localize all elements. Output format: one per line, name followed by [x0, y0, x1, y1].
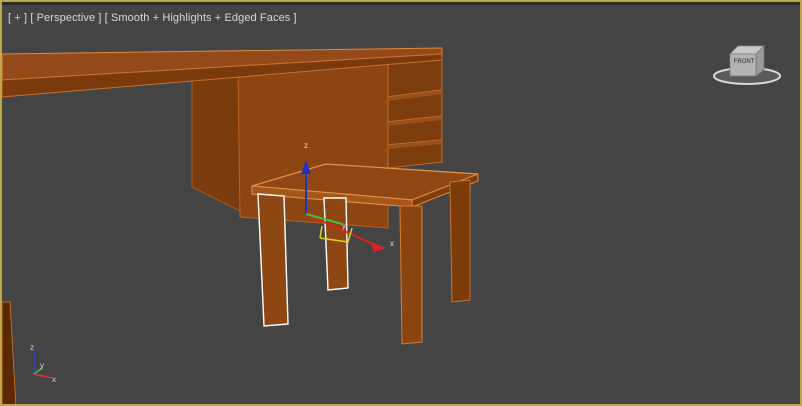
desk-left-edge — [2, 301, 17, 404]
world-axis-tripod: z x y — [30, 343, 56, 384]
viewcube-front-face[interactable]: FRONT — [731, 56, 757, 68]
viewport-view-name[interactable]: [ Perspective ] — [30, 12, 101, 24]
tripod-y-label: y — [40, 361, 44, 370]
tripod-z-label: z — [30, 343, 34, 352]
table-leg-front-right — [399, 205, 423, 345]
table-leg-back-left-selected — [323, 197, 349, 291]
gizmo-y-label: y — [342, 221, 346, 230]
viewport-shading-mode[interactable]: [ Smooth + Highlights + Edged Faces ] — [105, 12, 297, 24]
table-leg-front-left-selected — [257, 193, 289, 327]
scene-3d[interactable]: z x y — [2, 2, 802, 406]
viewcube[interactable]: FRONT — [712, 42, 782, 90]
gizmo-x-label: x — [390, 239, 394, 248]
desk-side-panel — [191, 69, 243, 213]
gizmo-z-label: z — [304, 141, 308, 150]
viewport-label-menu: [ + ] [ Perspective ] [ Smooth + Highlig… — [8, 12, 297, 24]
table-leg-back-right — [449, 179, 471, 303]
desk-shelf-unit — [387, 51, 443, 169]
viewport-menu-plus[interactable]: [ + ] — [8, 12, 27, 24]
perspective-viewport[interactable]: z x y [ + ] [ Perspective ] [ Smooth + H… — [0, 0, 802, 406]
tripod-x-label: x — [52, 375, 56, 384]
